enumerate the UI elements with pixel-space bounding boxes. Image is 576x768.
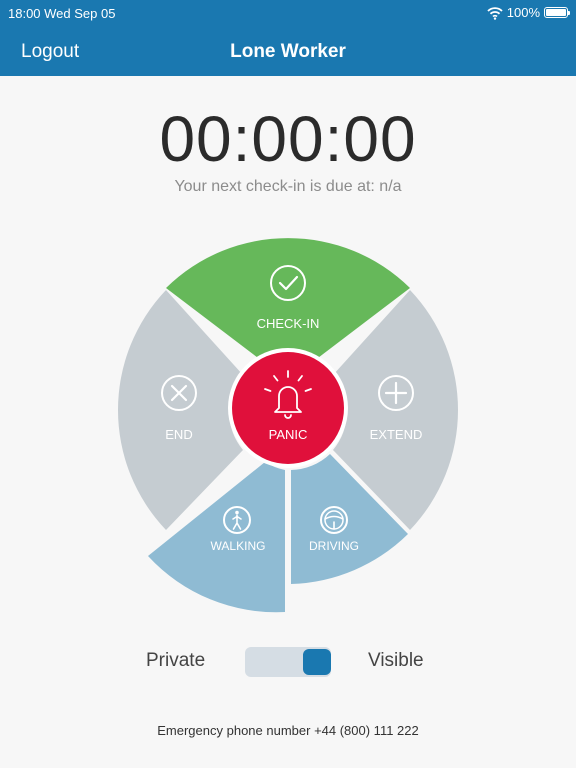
- nav-bar: Logout Lone Worker: [0, 28, 576, 76]
- status-right: 100%: [487, 5, 570, 20]
- page-title: Lone Worker: [230, 41, 346, 62]
- logout-button[interactable]: Logout: [21, 41, 79, 63]
- status-bar: 18:00 Wed Sep 05 100%: [0, 0, 576, 28]
- panic-label: PANIC: [269, 427, 308, 442]
- emergency-phone-text: Emergency phone number +44 (800) 111 222: [157, 723, 419, 738]
- action-dial: CHECK-IN EXTEND END WALKING DRIVING PANI…: [117, 238, 459, 613]
- battery-icon: [544, 7, 570, 18]
- status-time: 18:00 Wed Sep 05: [8, 6, 116, 21]
- walking-label: WALKING: [211, 539, 266, 553]
- visibility-row: Private Visible: [0, 640, 576, 684]
- panic-button[interactable]: PANIC: [228, 348, 348, 468]
- visibility-toggle-knob[interactable]: [303, 649, 331, 675]
- visibility-toggle[interactable]: [245, 647, 331, 677]
- visible-label: Visible: [368, 650, 424, 671]
- timer-display: 00:00:00: [159, 103, 417, 175]
- next-checkin-text: Your next check-in is due at: n/a: [174, 178, 402, 195]
- extend-label: EXTEND: [370, 427, 423, 442]
- private-label: Private: [146, 650, 206, 671]
- checkin-label: CHECK-IN: [257, 316, 320, 331]
- wifi-icon: [487, 6, 503, 20]
- end-label: END: [165, 427, 192, 442]
- driving-label: DRIVING: [309, 539, 359, 553]
- battery-percent: 100%: [506, 5, 540, 20]
